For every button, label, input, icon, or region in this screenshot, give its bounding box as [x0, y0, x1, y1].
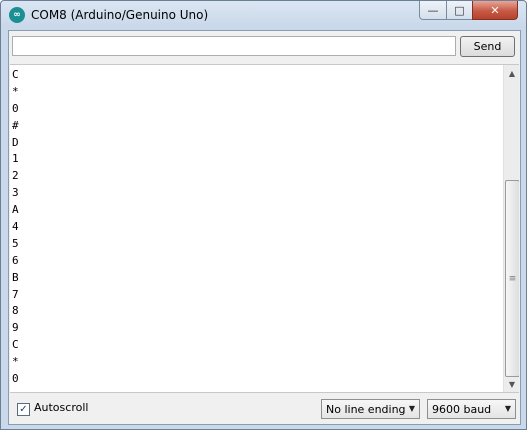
output-line: #: [12, 118, 19, 132]
send-button[interactable]: Send: [460, 36, 515, 57]
chevron-down-icon: ▼: [504, 404, 511, 413]
output-line: 2: [12, 169, 19, 183]
baud-rate-value: 9600 baud: [432, 403, 492, 416]
serial-monitor-window: ∞ COM8 (Arduino/Genuino Uno) — □ ✕ Send …: [0, 0, 527, 430]
output-line: 7: [12, 287, 19, 301]
title-bar[interactable]: ∞ COM8 (Arduino/Genuino Uno) — □ ✕: [1, 1, 526, 29]
chevron-down-icon: ▼: [408, 404, 415, 413]
scroll-up-icon[interactable]: ▲: [504, 65, 519, 81]
grip-icon: ≡: [508, 273, 517, 284]
serial-output[interactable]: C * 0 # D 1 2 3 A 4 5 6 B 7 8 9 C * 0 ▲ ≡ ▼: [10, 64, 519, 393]
output-line: C: [12, 338, 19, 352]
output-line: 3: [12, 186, 19, 200]
scroll-thumb[interactable]: ≡: [505, 180, 519, 377]
output-line: 8: [12, 304, 19, 318]
line-ending-select[interactable]: No line ending ▼: [321, 399, 420, 419]
output-line: D: [12, 135, 19, 149]
output-lines: C * 0 # D 1 2 3 A 4 5 6 B 7 8 9 C * 0: [12, 67, 502, 388]
window-title: COM8 (Arduino/Genuino Uno): [31, 8, 209, 22]
output-line: 1: [12, 152, 19, 166]
output-line: 0: [12, 101, 19, 115]
autoscroll-checkbox[interactable]: ✓: [17, 403, 30, 416]
vertical-scrollbar[interactable]: ▲ ≡ ▼: [503, 65, 519, 392]
send-input[interactable]: [12, 36, 456, 56]
scroll-down-icon[interactable]: ▼: [504, 376, 519, 392]
output-line: 6: [12, 253, 19, 267]
autoscroll-label: Autoscroll: [34, 401, 89, 414]
output-line: B: [12, 270, 19, 284]
output-line: *: [12, 84, 19, 98]
output-line: 4: [12, 220, 19, 234]
close-button[interactable]: ✕: [472, 1, 518, 20]
maximize-button[interactable]: □: [446, 1, 473, 20]
output-line: 0: [12, 372, 19, 386]
minimize-button[interactable]: —: [419, 1, 447, 20]
output-line: C: [12, 68, 19, 81]
output-line: *: [12, 355, 19, 369]
baud-rate-select[interactable]: 9600 baud ▼: [427, 399, 516, 419]
output-line: 5: [12, 236, 19, 250]
footer-bar: ✓ Autoscroll No line ending ▼ 9600 baud …: [9, 393, 520, 424]
line-ending-value: No line ending: [326, 403, 406, 416]
serial-monitor-body: Send C * 0 # D 1 2 3 A 4 5 6 B 7 8 9 C * 0 ▲ ≡ ▼ ✓ Autoscr…: [8, 30, 521, 425]
output-line: A: [12, 203, 19, 217]
arduino-icon: ∞: [9, 7, 25, 23]
output-line: 9: [12, 321, 19, 335]
